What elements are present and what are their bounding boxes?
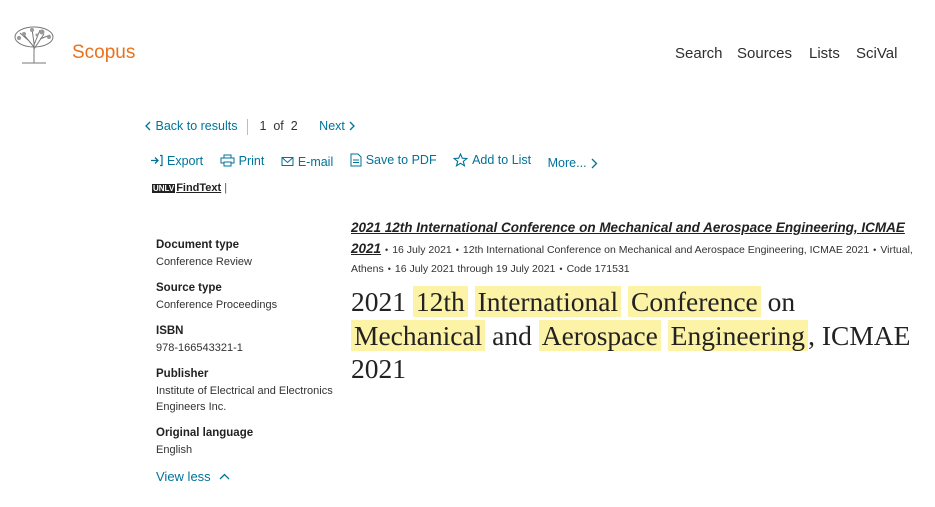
bullet: • (387, 264, 391, 274)
save-to-pdf-label: Save to PDF (365, 153, 437, 167)
source-info: 2021 12th International Conference on Me… (351, 218, 929, 279)
title-text: 2021 (351, 286, 406, 317)
pdf-icon (350, 153, 362, 167)
bullet: • (385, 245, 389, 255)
conference-name: 12th International Conference on Mechani… (462, 244, 870, 256)
title-highlight: Engineering (667, 319, 809, 351)
top-navigation: Search Sources Lists SciVal (675, 45, 935, 69)
elsevier-logo-icon[interactable] (12, 25, 56, 65)
next-link[interactable]: Next (319, 119, 356, 134)
nav-sources[interactable]: Sources (737, 45, 792, 62)
divider (246, 119, 248, 135)
result-position: 1 of 2 (259, 119, 298, 134)
nav-scival[interactable]: SciVal (856, 45, 897, 62)
title-highlight: 12th (412, 286, 468, 317)
isbn-label: ISBN (156, 325, 184, 337)
add-to-list-label: Add to List (472, 153, 532, 167)
export-label: Export (167, 153, 204, 168)
title-text: on (767, 286, 796, 317)
source-type-value: Conference Proceedings (156, 299, 278, 311)
chevron-left-icon (145, 121, 151, 131)
conference-dates: 16 July 2021 through 19 July 2021 (394, 263, 556, 275)
bullet: • (559, 264, 563, 274)
star-icon (453, 153, 469, 167)
original-language-label: Original language (156, 427, 254, 439)
save-to-pdf-button[interactable]: Save to PDF (350, 153, 437, 167)
document-actions: Export Print E-mail Save to PDF Add to L… (150, 153, 615, 170)
add-to-list-button[interactable]: Add to List (453, 153, 531, 167)
more-button[interactable]: More... (548, 156, 602, 170)
next-label: Next (319, 119, 345, 134)
chevron-up-icon (219, 473, 230, 480)
findtext-link[interactable]: UNLV FindText | (152, 182, 227, 194)
back-to-results-label: Back to results (155, 119, 238, 134)
chevron-right-icon (591, 158, 597, 168)
view-less-link[interactable]: View less (156, 469, 336, 484)
isbn-value: 978-166543321-1 (156, 342, 243, 354)
document-type-label: Document type (156, 239, 240, 251)
export-button[interactable]: Export (150, 154, 203, 168)
original-language-value: English (156, 444, 193, 456)
results-navigation: Back to results 1 of 2 Next (145, 119, 356, 135)
document-type-value: Conference Review (156, 256, 252, 268)
document-title: 2021 12th International Conference on Me… (351, 285, 929, 386)
title-highlight: International (474, 286, 622, 317)
findtext-label: FindText (176, 182, 222, 194)
chevron-right-icon (349, 121, 356, 131)
title-text: and (492, 319, 532, 351)
title-highlight: Conference (628, 286, 761, 317)
print-icon (220, 154, 235, 167)
nav-search[interactable]: Search (675, 45, 723, 62)
export-icon (151, 154, 163, 167)
more-label: More... (547, 156, 587, 170)
source-type-label: Source type (156, 282, 222, 294)
conference-code: Code 171531 (566, 263, 630, 275)
view-less-label: View less (156, 469, 211, 484)
unlv-badge: UNLV (152, 184, 176, 193)
print-label: Print (238, 153, 265, 168)
print-button[interactable]: Print (220, 153, 265, 168)
bullet: • (873, 245, 877, 255)
publisher-label: Publisher (156, 368, 209, 380)
email-icon (281, 157, 294, 166)
bullet: • (455, 245, 459, 255)
title-highlight: Mechanical (351, 319, 486, 351)
publisher-value: Institute of Electrical and Electronics … (156, 385, 333, 413)
back-to-results-link[interactable]: Back to results (145, 119, 241, 133)
document-metadata: Document type Conference Review Source t… (156, 238, 336, 484)
email-button[interactable]: E-mail (281, 155, 333, 169)
source-date: 16 July 2021 (392, 244, 452, 256)
scopus-logo[interactable]: Scopus (72, 42, 135, 64)
email-label: E-mail (297, 154, 334, 169)
title-highlight: Aerospace (538, 319, 661, 351)
nav-lists[interactable]: Lists (809, 45, 840, 62)
